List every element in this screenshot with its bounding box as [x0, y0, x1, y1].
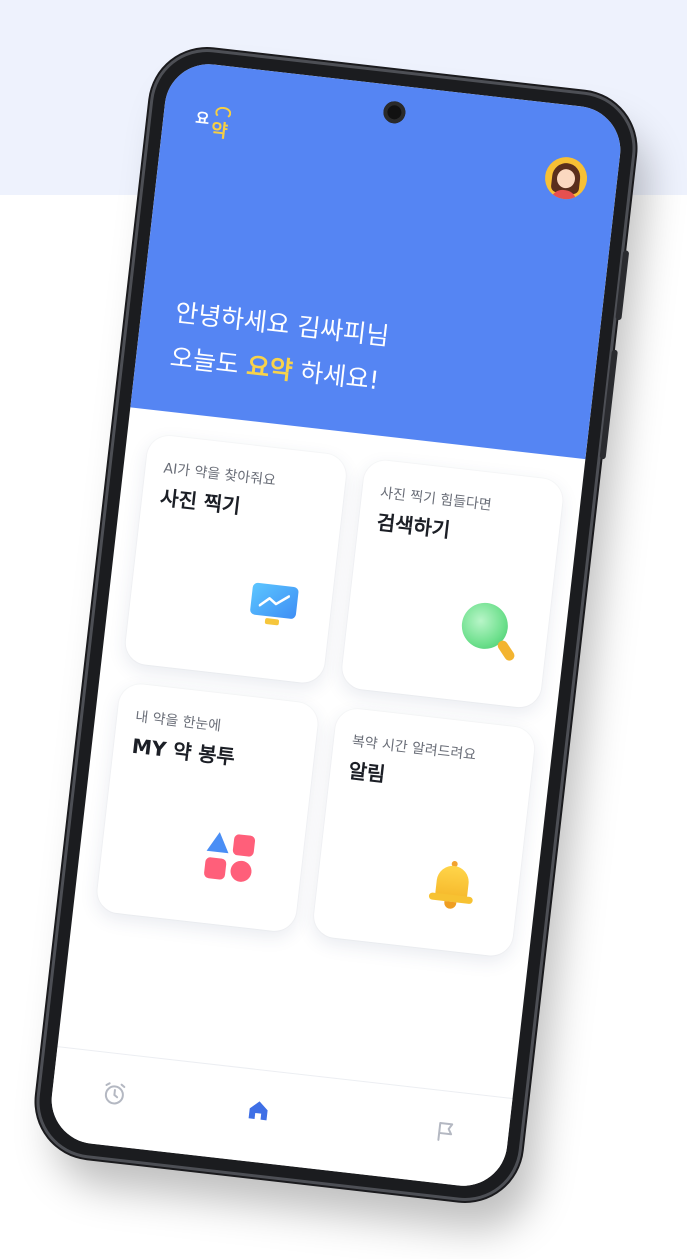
home-icon: [248, 1101, 268, 1121]
card-title: 검색하기: [375, 510, 452, 543]
alarm-clock-icon: [104, 1082, 126, 1105]
card-take-photo[interactable]: AI가 약을 찾아줘요 사진 찍기: [123, 433, 349, 685]
hero-header: 요 약 안녕하세요 김싸피님 오늘도 요약 하세요!: [130, 59, 625, 460]
tab-flag[interactable]: [431, 1116, 462, 1147]
greeting-prefix: 오늘도: [168, 342, 241, 380]
card-search[interactable]: 사진 찍기 힘들다면 검색하기: [340, 458, 565, 710]
logo-text-yo: 요: [194, 108, 211, 129]
tab-alarm[interactable]: [99, 1078, 130, 1109]
logo-swirl-icon: [214, 106, 232, 120]
logo-text-yak: 약: [209, 106, 232, 144]
flag-icon: [437, 1122, 454, 1141]
front-camera: [382, 100, 407, 125]
user-avatar[interactable]: [542, 154, 590, 202]
bell-icon: [428, 859, 477, 914]
card-title: MY 약 봉투: [130, 733, 237, 770]
greeting-highlight: 요약: [245, 351, 295, 386]
magnifier-icon: [458, 600, 525, 668]
app-logo[interactable]: 요 약: [193, 103, 232, 144]
logo-text-yak-label: 약: [209, 119, 229, 143]
phone-device: 요 약 안녕하세요 김싸피님 오늘도 요약 하세요! AI가 약을 찾아줘요 사…: [33, 46, 639, 1204]
menu-cards: AI가 약을 찾아줘요 사진 찍기 사진 찍기 힘들다면 검색하기 내 약을 한…: [95, 433, 565, 958]
card-title: 알림: [347, 758, 387, 787]
shapes-icon: [203, 830, 256, 884]
greeting-suffix: 하세요!: [298, 357, 381, 396]
app-screen: 요 약 안녕하세요 김싸피님 오늘도 요약 하세요! AI가 약을 찾아줘요 사…: [47, 59, 625, 1191]
card-alarm[interactable]: 복약 시간 알려드려요 알림: [311, 706, 537, 958]
monitor-chart-icon: [248, 582, 299, 633]
card-my-pill-bag[interactable]: 내 약을 한눈에 MY 약 봉투: [95, 682, 320, 934]
tab-home[interactable]: [243, 1095, 274, 1126]
card-title: 사진 찍기: [158, 485, 242, 519]
greeting-text: 안녕하세요 김싸피님 오늘도 요약 하세요!: [168, 290, 392, 404]
